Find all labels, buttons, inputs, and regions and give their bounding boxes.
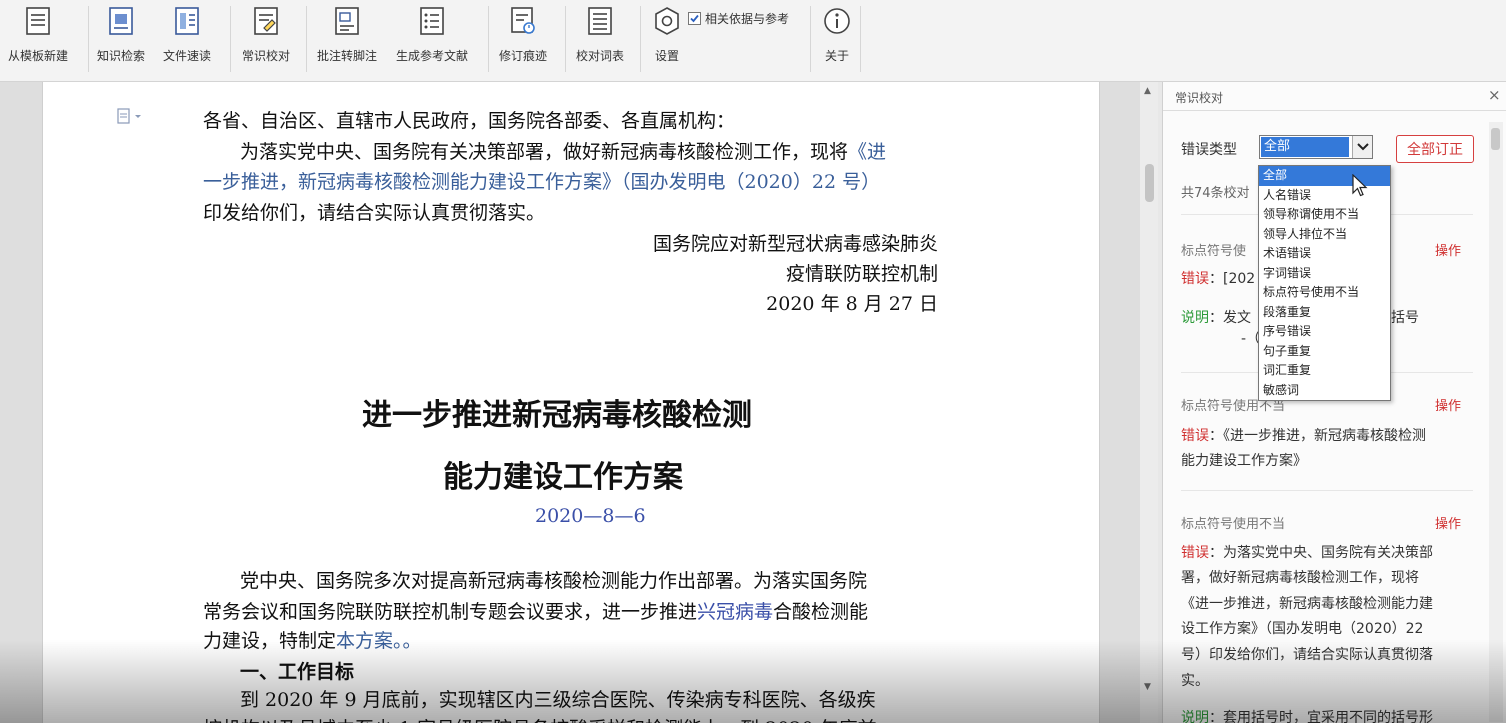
doc-title-line2: 能力建设工作方案 [443,460,683,495]
comment-to-footnote-icon [332,4,362,38]
checkbox-checked-icon[interactable] [688,12,701,25]
card-category: 标点符号使用不当 [1181,517,1286,532]
knowledge-search-icon [106,4,136,38]
doc-body-line5: 控机构以及县域内至少 1 家县级医院具备核酸采样和检测能力。到 2020 年底前 [203,714,877,723]
proofread-count: 共74条校对 [1181,186,1250,201]
about-button[interactable]: 关于 [822,4,852,74]
dropdown-option[interactable]: 领导称谓使用不当 [1259,205,1390,225]
error-type-select[interactable]: 全部 [1259,135,1373,159]
proof-wordlist-button[interactable]: 校对词表 [576,4,624,74]
new-from-template-button[interactable]: 从模板新建 [8,4,68,74]
doc-paragraph-intro-line3: 印发给你们，请结合实际认真贯彻落实。 [203,202,546,224]
card-action-link[interactable]: 操作 [1435,395,1461,414]
scrollbar-thumb[interactable] [1145,164,1154,202]
doc-paragraph-recipients: 各省、自治区、直辖市人民政府，国务院各部委、各直属机构： [203,110,736,132]
card-category: 标点符号使 [1181,244,1247,259]
common-sense-proofread-button[interactable]: 常识校对 [242,4,290,74]
doc-signature-line2: 疫情联防联控机制 [785,263,938,285]
dropdown-option[interactable]: 字词错误 [1259,264,1390,284]
toolbar-separator [860,6,861,72]
dropdown-option[interactable]: 领导人排位不当 [1259,225,1390,245]
error-type-label: 错误类型 [1181,142,1237,158]
fix-all-button[interactable]: 全部订正 [1396,135,1474,163]
error-type-dropdown-list: 全部 人名错误 领导称谓使用不当 领导人排位不当 术语错误 字词错误 标点符号使… [1258,165,1391,401]
template-document-icon [23,4,53,38]
settings-button[interactable]: 设置 [652,4,682,74]
document-scrollbar[interactable]: ▲ ▼ [1140,82,1158,723]
toolbar-separator [488,6,489,72]
dropdown-option[interactable]: 段落重复 [1259,303,1390,323]
card-divider [1181,490,1473,491]
toolbar-separator [565,6,566,72]
card-error-continuation: 号）印发给你们，请结合实际认真贯彻落 [1181,647,1433,663]
toolbar-separator [810,6,811,72]
chevron-down-icon[interactable] [1352,136,1372,158]
pane-scrollbar[interactable] [1489,122,1503,722]
error-type-selected-value: 全部 [1261,137,1349,157]
toolbar-separator [640,6,641,72]
knowledge-search-button[interactable]: 知识检索 [97,4,145,74]
card-action-link[interactable]: 操作 [1435,513,1461,532]
dropdown-option[interactable]: 全部 [1259,166,1390,186]
card-error-continuation: 能力建设工作方案》 [1181,453,1307,469]
generate-references-button[interactable]: 生成参考文献 [396,4,468,74]
card-error-continuation: 设工作方案》（国办发明电（2020）22 [1181,621,1424,637]
doc-date: 2020—8—6 [535,505,646,527]
pane-scrollbar-thumb[interactable] [1491,128,1500,150]
revision-trace-icon [508,4,538,38]
doc-body-line2: 常务会议和国务院联防联控机制专题会议要求，进一步推进兴冠病毒合酸检测能 [203,601,869,623]
card-action-link[interactable]: 操作 [1435,240,1461,259]
ribbon-toolbar: 从模板新建 知识检索 文件速读 常识校对 批注转脚注 生成参考文献 修订痕迹 校… [0,0,1506,82]
card-error-continuation: 署，做好新冠病毒核酸检测工作，现将 [1181,570,1419,586]
toolbar-separator [306,6,307,72]
doc-paragraph-intro: 为落实党中央、国务院有关决策部署，做好新冠病毒核酸检测工作，现将《进 [240,141,887,163]
dropdown-option[interactable]: 词汇重复 [1259,361,1390,381]
pane-divider [1163,110,1506,111]
paragraph-options-icon[interactable] [117,108,145,128]
dropdown-option[interactable]: 术语错误 [1259,244,1390,264]
proof-wordlist-icon [585,4,615,38]
card-error-continuation: 《进一步推进，新冠病毒核酸检测能力建 [1181,596,1433,612]
card-error-line: 错误：为落实党中央、国务院有关决策部 [1181,545,1433,561]
comment-to-footnote-button[interactable]: 批注转脚注 [317,4,377,74]
dropdown-option[interactable]: 人名错误 [1259,186,1390,206]
doc-body-line4: 到 2020 年 9 月底前，实现辖区内三级综合医院、传染病专科医院、各级疾 [240,689,876,711]
card-note-line: 说明：套用括号时，宜采用不同的括号形 [1181,710,1433,723]
scroll-down-arrow-icon[interactable]: ▼ [1144,682,1151,692]
toolbar-separator [230,6,231,72]
dropdown-option[interactable]: 敏感词 [1259,381,1390,401]
proofread-icon [251,4,281,38]
scroll-up-arrow-icon[interactable]: ▲ [1144,86,1151,96]
revision-trace-button[interactable]: 修订痕迹 [499,4,547,74]
doc-section-heading: 一、工作目标 [240,661,355,683]
settings-hexagon-icon [652,4,682,38]
card-error-continuation: 实。 [1181,673,1209,689]
card-note-tail: 括号 [1391,310,1419,326]
dropdown-option[interactable]: 句子重复 [1259,342,1390,362]
info-icon [822,4,852,38]
card-note-line: 说明：发文 [1181,310,1251,326]
references-icon [417,4,447,38]
pane-close-icon[interactable]: × [1488,86,1501,104]
pane-title: 常识校对 [1175,91,1224,105]
file-quick-read-button[interactable]: 文件速读 [163,4,211,74]
doc-signature-date: 2020 年 8 月 27 日 [766,293,938,315]
file-quick-read-icon [172,4,202,38]
dropdown-option[interactable]: 序号错误 [1259,322,1390,342]
card-error-line: 错误：《进一步推进，新冠病毒核酸检测 [1181,428,1426,444]
doc-body-line1: 党中央、国务院多次对提高新冠病毒核酸检测能力作出部署。为落实国务院 [240,570,868,592]
card-error-line: 错误：[202 [1181,271,1256,287]
doc-paragraph-intro-line2: 一步推进，新冠病毒核酸检测能力建设工作方案》（国办发明电（2020）22 号） [203,171,881,193]
toolbar-separator [88,6,89,72]
doc-body-line3: 力建设，特制定本方案。。 [203,630,422,652]
dropdown-option[interactable]: 标点符号使用不当 [1259,283,1390,303]
mouse-pointer-icon [1352,173,1368,202]
doc-signature-line1: 国务院应对新型冠状病毒感染肺炎 [652,233,938,255]
doc-title-line1: 进一步推进新冠病毒核酸检测 [362,398,752,433]
related-basis-checkbox[interactable]: 相关依据与参考 [688,10,789,27]
